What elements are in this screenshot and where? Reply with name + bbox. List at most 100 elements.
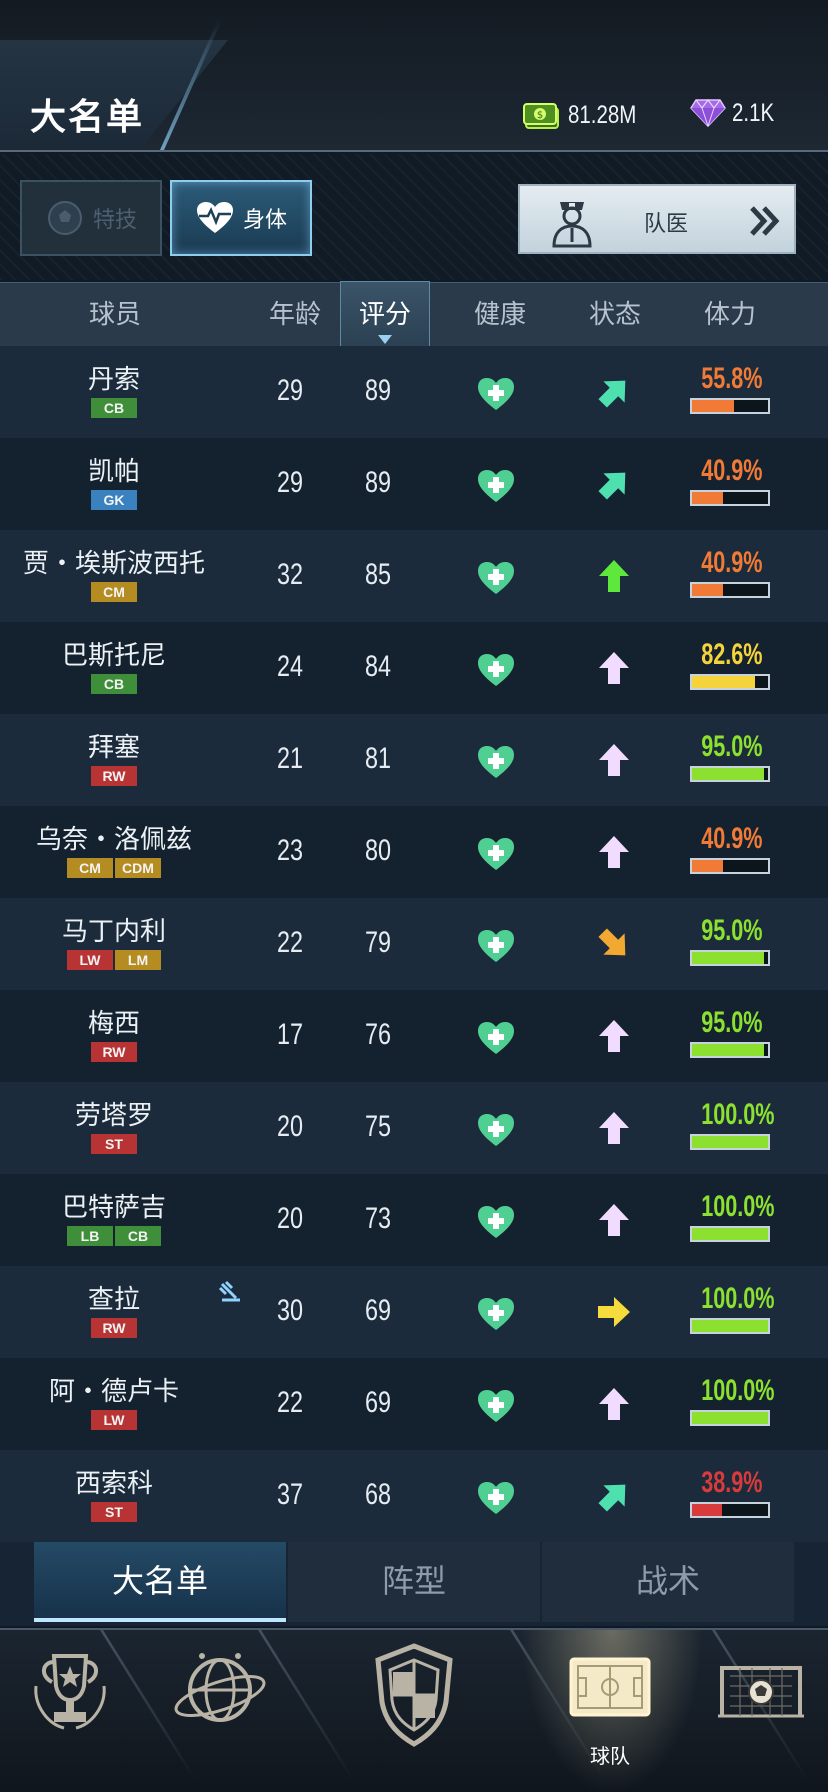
top-header: 大名单 $ 81.28M 2.1K bbox=[0, 0, 828, 152]
team-doctor-label: 队医 bbox=[644, 212, 689, 237]
position-badges: LW LM bbox=[0, 950, 228, 970]
arrow-up-icon bbox=[599, 1204, 629, 1236]
tab-body[interactable]: 身体 bbox=[170, 180, 312, 256]
position-badges: LW bbox=[0, 1410, 228, 1430]
stamina-value: 38.9% bbox=[701, 1466, 763, 1499]
heartbeat-icon bbox=[196, 202, 233, 233]
nav-team-label: 球队 bbox=[590, 1744, 630, 1768]
position-badges: RW bbox=[0, 1042, 228, 1062]
shield-icon bbox=[375, 1643, 453, 1747]
stamina-bar-fill bbox=[692, 952, 765, 964]
table-row[interactable]: 拜塞 RW 21 81 95.0% bbox=[0, 714, 828, 806]
table-row[interactable]: 贾・埃斯波西托 CM 32 85 40.9% bbox=[0, 530, 828, 622]
player-rating: 79 bbox=[364, 926, 392, 959]
stamina-bar bbox=[690, 766, 770, 782]
stamina-value: 55.8% bbox=[701, 362, 763, 395]
stamina-bar bbox=[690, 950, 770, 966]
table-row[interactable]: 巴特萨吉 LB CB 20 73 100.0% bbox=[0, 1174, 828, 1266]
tab-skill[interactable]: 特技 bbox=[20, 180, 162, 256]
player-name: 丹索 bbox=[87, 365, 140, 395]
soccer-ball-icon bbox=[47, 201, 82, 235]
table-row[interactable]: 巴斯托尼 CB 24 84 82.6% bbox=[0, 622, 828, 714]
arrow-up-icon bbox=[599, 744, 629, 776]
position-badge: LM bbox=[115, 950, 161, 970]
nav-team[interactable]: 球队 bbox=[558, 1630, 662, 1792]
arrow-up-right-icon bbox=[598, 1484, 626, 1512]
stamina-bar bbox=[690, 1318, 770, 1334]
arrow-down-right-icon bbox=[598, 928, 626, 956]
trophy-icon bbox=[34, 1654, 106, 1730]
stamina-bar bbox=[690, 1226, 770, 1242]
player-rating: 75 bbox=[364, 1110, 392, 1143]
column-stamina[interactable]: 体力 bbox=[680, 283, 780, 347]
stamina-value: 95.0% bbox=[701, 730, 763, 763]
subtab-tactics[interactable]: 战术 bbox=[542, 1542, 794, 1622]
position-badge: CB bbox=[91, 674, 137, 694]
tab-skill-label: 特技 bbox=[92, 208, 137, 233]
player-rating: 76 bbox=[364, 1018, 392, 1051]
player-name: 拜塞 bbox=[87, 733, 140, 763]
nav-trophy[interactable] bbox=[20, 1630, 120, 1792]
player-age: 30 bbox=[276, 1294, 304, 1327]
stamina-bar bbox=[690, 1134, 770, 1150]
position-badges: CB bbox=[0, 398, 228, 418]
position-badges: ST bbox=[0, 1134, 228, 1154]
subtab-formation[interactable]: 阵型 bbox=[288, 1542, 540, 1622]
pitch-icon bbox=[569, 1657, 651, 1717]
arrow-up-icon bbox=[599, 560, 629, 592]
table-row[interactable]: 乌奈・洛佩兹 CM CDM 23 80 40.9% bbox=[0, 806, 828, 898]
arrow-up-right-icon bbox=[598, 380, 626, 408]
money-display[interactable]: $ 81.28M bbox=[522, 98, 651, 132]
nav-club[interactable] bbox=[360, 1630, 470, 1792]
table-row[interactable]: 丹索 CB 29 89 55.8% bbox=[0, 346, 828, 438]
table-row[interactable]: 劳塔罗 ST 20 75 100.0% bbox=[0, 1082, 828, 1174]
health-heart-icon bbox=[478, 1298, 514, 1330]
health-heart-icon bbox=[478, 1114, 514, 1146]
position-badge: LW bbox=[67, 950, 113, 970]
table-row[interactable]: 凯帕 GK 29 89 40.9% bbox=[0, 438, 828, 530]
nav-world[interactable] bbox=[168, 1630, 268, 1792]
player-name: 阿・德卢卡 bbox=[48, 1377, 179, 1407]
subtab-roster[interactable]: 大名单 bbox=[34, 1542, 286, 1622]
position-badges: CB bbox=[0, 674, 228, 694]
gem-display[interactable]: 2.1K bbox=[690, 98, 783, 128]
position-badges: RW bbox=[0, 766, 228, 786]
position-badges: CM bbox=[0, 582, 228, 602]
player-age: 21 bbox=[276, 742, 304, 775]
player-rating: 89 bbox=[364, 466, 392, 499]
nav-match[interactable] bbox=[716, 1630, 816, 1792]
nav-divider bbox=[258, 1630, 355, 1780]
table-row[interactable]: 梅西 RW 17 76 95.0% bbox=[0, 990, 828, 1082]
table-row[interactable]: 马丁内利 LW LM 22 79 95.0% bbox=[0, 898, 828, 990]
column-form[interactable]: 状态 bbox=[565, 283, 665, 347]
stamina-value: 40.9% bbox=[701, 546, 763, 579]
player-rating: 69 bbox=[364, 1386, 392, 1419]
position-badge: CM bbox=[91, 582, 137, 602]
player-rating: 85 bbox=[364, 558, 392, 591]
stamina-bar-fill bbox=[692, 1136, 768, 1148]
player-age: 29 bbox=[276, 466, 304, 499]
table-row[interactable]: 阿・德卢卡 LW 22 69 100.0% bbox=[0, 1358, 828, 1450]
player-rating: 80 bbox=[364, 834, 392, 867]
stamina-bar bbox=[690, 398, 770, 414]
stamina-bar-fill bbox=[692, 492, 724, 504]
position-badge: GK bbox=[91, 490, 137, 510]
health-heart-icon bbox=[478, 930, 514, 962]
stamina-bar-fill bbox=[692, 400, 735, 412]
player-name: 马丁内利 bbox=[61, 917, 166, 947]
tab-body-label: 身体 bbox=[242, 208, 287, 233]
player-name: 查拉 bbox=[87, 1285, 140, 1315]
table-row[interactable]: 西索科 ST 37 68 38.9% bbox=[0, 1450, 828, 1542]
column-player[interactable]: 球员 bbox=[30, 283, 200, 347]
column-age[interactable]: 年龄 bbox=[250, 283, 340, 347]
stamina-value: 40.9% bbox=[701, 454, 763, 487]
team-doctor-button[interactable]: 队医 bbox=[518, 184, 796, 254]
diamond-icon bbox=[690, 99, 726, 128]
player-name: 巴特萨吉 bbox=[61, 1193, 166, 1223]
table-row[interactable]: 查拉 RW 30 69 100.0% bbox=[0, 1266, 828, 1358]
stamina-value: 95.0% bbox=[701, 1006, 763, 1039]
health-heart-icon bbox=[478, 838, 514, 870]
column-health[interactable]: 健康 bbox=[450, 283, 550, 347]
player-name: 劳塔罗 bbox=[74, 1101, 153, 1131]
stamina-bar bbox=[690, 582, 770, 598]
